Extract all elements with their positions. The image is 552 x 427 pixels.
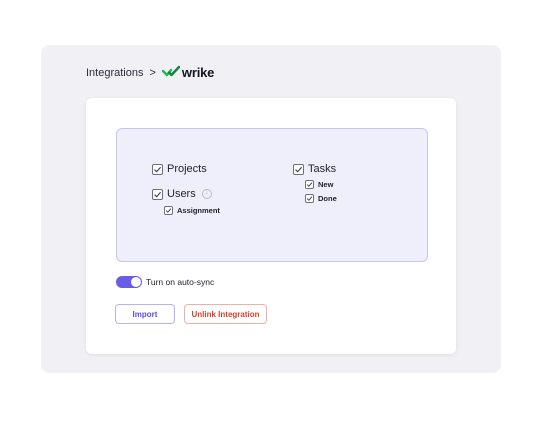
auto-sync-row: Turn on auto-sync xyxy=(116,276,214,288)
breadcrumb-separator: > xyxy=(149,66,156,79)
unlink-integration-button[interactable]: Unlink Integration xyxy=(184,304,267,324)
breadcrumb: Integrations > wrike xyxy=(86,65,214,80)
scope-tasks-new[interactable]: New xyxy=(305,180,333,189)
users-checkbox[interactable] xyxy=(152,188,163,200)
check-icon xyxy=(306,196,313,201)
scope-tasks[interactable]: Tasks xyxy=(293,163,336,175)
integration-panel: Integrations > wrike Projects Users i As… xyxy=(41,45,501,373)
scope-tasks-done[interactable]: Done xyxy=(305,194,337,203)
info-icon[interactable]: i xyxy=(201,189,212,199)
new-checkbox[interactable] xyxy=(305,180,314,189)
integration-settings-card: Projects Users i Assignment Tasks New Do… xyxy=(86,98,456,354)
check-icon xyxy=(295,166,303,173)
tasks-label: Tasks xyxy=(308,163,337,175)
auto-sync-toggle[interactable] xyxy=(116,276,142,288)
tasks-checkbox[interactable] xyxy=(293,163,304,175)
done-checkbox[interactable] xyxy=(305,194,314,203)
new-label: New xyxy=(318,180,334,189)
breadcrumb-integrations-link[interactable]: Integrations xyxy=(86,67,143,79)
scope-users[interactable]: Users i xyxy=(152,188,212,200)
projects-label: Projects xyxy=(167,163,207,175)
wrike-brand: wrike xyxy=(161,65,215,80)
projects-checkbox[interactable] xyxy=(152,163,163,175)
toggle-knob xyxy=(131,277,141,287)
check-icon xyxy=(306,182,313,187)
wrike-logo-icon xyxy=(161,65,181,80)
check-icon xyxy=(154,166,162,173)
done-label: Done xyxy=(318,194,337,203)
assignment-checkbox[interactable] xyxy=(164,206,173,215)
users-label: Users xyxy=(167,188,196,200)
brand-name: wrike xyxy=(181,65,215,80)
scope-users-assignment[interactable]: Assignment xyxy=(164,206,220,215)
check-icon xyxy=(154,191,162,198)
assignment-label: Assignment xyxy=(177,206,220,215)
import-button[interactable]: Import xyxy=(115,304,175,324)
auto-sync-label: Turn on auto-sync xyxy=(146,277,215,287)
check-icon xyxy=(165,208,172,213)
scope-projects[interactable]: Projects xyxy=(152,163,207,175)
sync-scope-box: Projects Users i Assignment Tasks New Do… xyxy=(116,128,428,262)
